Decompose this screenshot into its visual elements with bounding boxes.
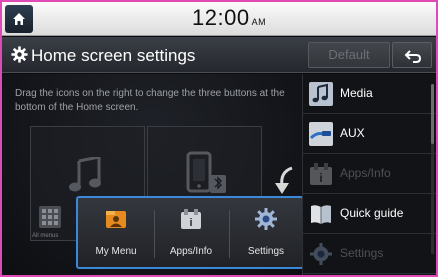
list-item-aux[interactable]: AUX	[303, 114, 436, 154]
clock: 12:00 AM	[192, 5, 266, 31]
bottom-button-apps-info[interactable]: i Apps/Info	[155, 204, 227, 266]
phone-bluetooth-icon	[186, 151, 226, 193]
svg-text:i: i	[319, 171, 322, 185]
screen-frame: 12:00 AM Home screen settings Default Dr…	[0, 0, 438, 277]
music-note-icon	[69, 157, 101, 192]
media-icon	[309, 82, 333, 106]
list-item-label: Quick guide	[340, 206, 404, 220]
status-bar: 12:00 AM	[2, 2, 436, 36]
list-item-quick-guide[interactable]: Quick guide	[303, 194, 436, 234]
menu-source-list: Media AUX i Apps/Info Quick guide Settin…	[302, 74, 436, 275]
aux-icon	[309, 122, 333, 146]
clock-ampm: AM	[251, 17, 267, 27]
bottom-buttons-bar: My Menu i Apps/Info Settings	[76, 196, 304, 269]
header: Home screen settings Default	[2, 37, 436, 73]
clock-time: 12:00	[192, 5, 250, 30]
all-menus-label: All menus	[32, 233, 59, 239]
quick-guide-icon	[311, 205, 331, 224]
bottom-button-my-menu[interactable]: My Menu	[80, 204, 152, 266]
default-button[interactable]: Default	[308, 42, 390, 68]
scrollbar-thumb[interactable]	[431, 84, 434, 144]
bottom-button-settings[interactable]: Settings	[230, 204, 302, 266]
list-item-settings: Settings	[303, 234, 436, 274]
settings-icon	[255, 208, 277, 230]
gear-icon	[11, 46, 28, 63]
back-arrow-icon	[404, 50, 422, 63]
my-menu-icon	[106, 211, 126, 228]
list-item-label: Apps/Info	[340, 166, 391, 180]
list-item-label: AUX	[340, 126, 365, 140]
list-item-label: Settings	[340, 246, 384, 260]
settings-icon	[310, 243, 332, 265]
bottom-button-label: Settings	[247, 246, 285, 257]
svg-text:i: i	[189, 217, 192, 229]
list-item-apps-info: i Apps/Info	[303, 154, 436, 194]
bottom-button-label: My Menu	[95, 246, 137, 257]
apps-info-icon: i	[310, 163, 332, 185]
scrollbar[interactable]	[431, 84, 434, 254]
list-item-media[interactable]: Media	[303, 74, 436, 114]
page-title: Home screen settings	[31, 46, 196, 65]
home-icon	[13, 13, 25, 25]
curved-arrow-icon	[275, 166, 293, 194]
instruction-text: Drag the icons on the right to change th…	[15, 88, 285, 113]
all-menus-icon	[39, 206, 61, 228]
apps-info-icon: i	[181, 209, 201, 229]
back-button[interactable]	[392, 42, 432, 68]
home-button[interactable]	[5, 5, 33, 33]
bottom-button-label: Apps/Info	[169, 246, 213, 257]
list-item-label: Media	[340, 86, 373, 100]
